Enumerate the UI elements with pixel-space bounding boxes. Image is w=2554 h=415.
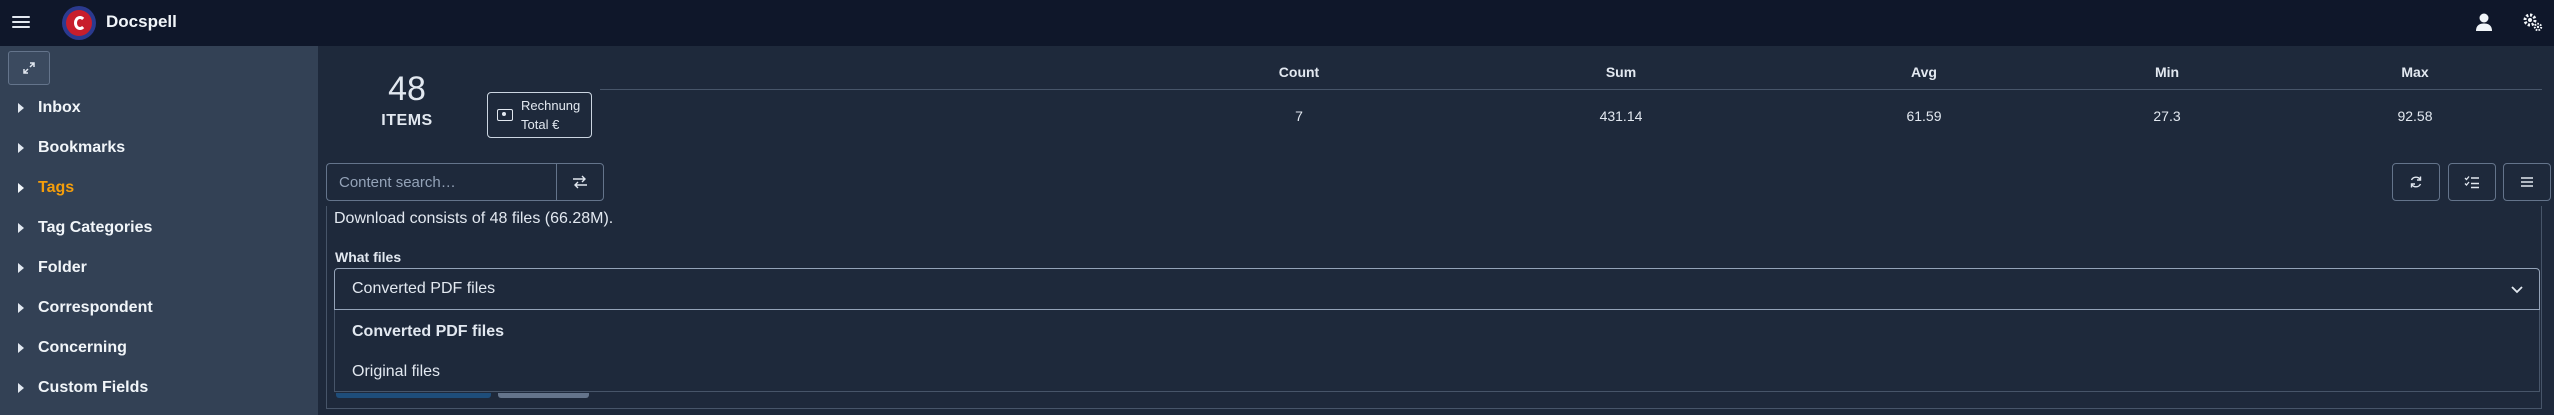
- menu-icon[interactable]: [12, 13, 30, 31]
- content-search-input[interactable]: [326, 163, 556, 201]
- stats-value-max: 92.58: [2397, 108, 2433, 124]
- money-bill-icon: [497, 109, 513, 121]
- expand-all-button[interactable]: [8, 51, 50, 85]
- refresh-button[interactable]: [2392, 163, 2440, 201]
- settings-icon[interactable]: [2522, 12, 2544, 32]
- sidebar-item-tags[interactable]: Tags: [18, 176, 74, 200]
- menu-button[interactable]: [2503, 163, 2551, 201]
- sidebar-item-tag-categories[interactable]: Tag Categories: [18, 216, 152, 240]
- stats-divider: [600, 89, 2542, 90]
- stats-value-avg: 61.59: [1906, 108, 1942, 124]
- caret-right-icon: [18, 383, 24, 393]
- sidebar: Inbox Bookmarks Tags Tag Categories Fold…: [0, 46, 318, 415]
- items-label: ITEMS: [381, 112, 433, 129]
- sidebar-item-folder[interactable]: Folder: [18, 256, 87, 280]
- app-title[interactable]: Docspell: [106, 12, 177, 32]
- search-mode-toggle-button[interactable]: [556, 163, 604, 201]
- chevron-down-icon: [2511, 286, 2523, 294]
- sidebar-item-bookmarks[interactable]: Bookmarks: [18, 136, 125, 160]
- sidebar-item-concerning[interactable]: Concerning: [18, 336, 127, 360]
- stats-value-count: 7: [1295, 108, 1303, 124]
- caret-right-icon: [18, 103, 24, 113]
- download-info: Download consists of 48 files (66.28M).: [334, 210, 614, 227]
- sidebar-item-custom-fields[interactable]: Custom Fields: [18, 376, 148, 400]
- caret-right-icon: [18, 303, 24, 313]
- caret-right-icon: [18, 223, 24, 233]
- refresh-icon: [2410, 176, 2422, 188]
- top-bar: Docspell: [0, 0, 2554, 47]
- what-files-dropdown: Converted PDF files Original files: [334, 310, 2540, 392]
- items-count: 48: [388, 70, 426, 108]
- stats-value-sum: 431.14: [1599, 108, 1643, 124]
- sidebar-item-inbox[interactable]: Inbox: [18, 96, 81, 120]
- stats-header-max: Max: [2401, 64, 2429, 80]
- what-files-select[interactable]: Converted PDF files: [334, 268, 2540, 310]
- stats-header-avg: Avg: [1911, 64, 1937, 80]
- bars-icon: [2521, 177, 2533, 187]
- app-logo[interactable]: [62, 6, 96, 40]
- stats-value-min: 27.3: [2153, 108, 2181, 124]
- caret-right-icon: [18, 343, 24, 353]
- download-button[interactable]: [336, 393, 491, 398]
- what-files-label: What files: [335, 249, 402, 265]
- option-converted-pdf[interactable]: Converted PDF files: [352, 323, 504, 341]
- chip-field-label: Total €: [521, 117, 560, 132]
- caret-right-icon: [18, 183, 24, 193]
- caret-right-icon: [18, 143, 24, 153]
- caret-right-icon: [18, 263, 24, 273]
- user-icon[interactable]: [2474, 12, 2494, 32]
- stats-header-min: Min: [2154, 64, 2180, 80]
- sidebar-item-correspondent[interactable]: Correspondent: [18, 296, 153, 320]
- option-original-files[interactable]: Original files: [352, 363, 440, 381]
- stats-header-sum: Sum: [1605, 64, 1637, 80]
- what-files-selected-value: Converted PDF files: [352, 280, 496, 297]
- custom-field-chip: Rechnung Total €: [487, 92, 592, 138]
- cancel-button[interactable]: [498, 393, 589, 398]
- exchange-icon: [573, 175, 587, 189]
- select-mode-button[interactable]: [2448, 163, 2496, 201]
- expand-icon: [23, 62, 35, 74]
- list-check-icon: [2464, 176, 2479, 189]
- chip-field-name: Rechnung: [521, 98, 581, 113]
- stats-header-count: Count: [1278, 64, 1320, 80]
